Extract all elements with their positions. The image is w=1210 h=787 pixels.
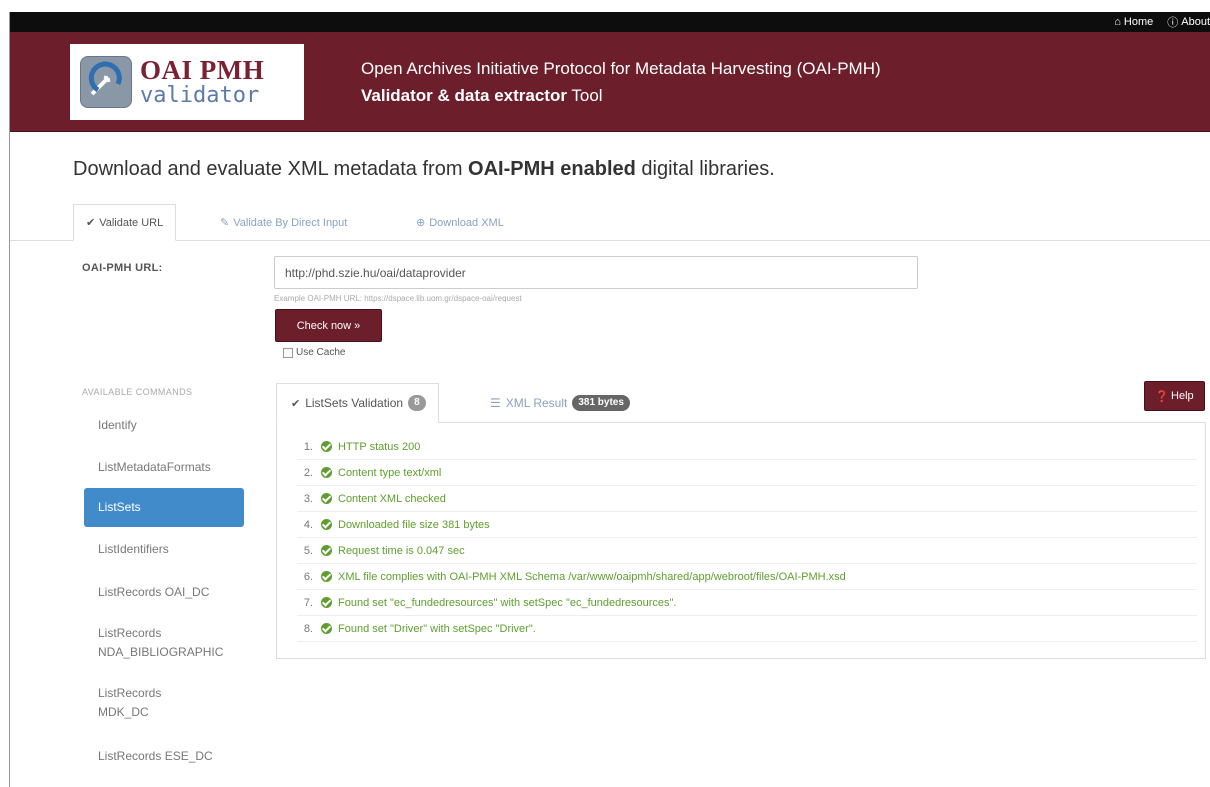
result-item: 5. Request time is 0.047 sec [297, 538, 1197, 564]
success-check-icon [321, 597, 332, 608]
use-cache-toggle[interactable]: Use Cache [283, 347, 345, 358]
use-cache-checkbox[interactable] [283, 347, 293, 358]
success-check-icon [321, 493, 332, 504]
result-item: 2. Content type text/xml [297, 460, 1197, 486]
edit-icon: ✎ [220, 217, 230, 229]
success-check-icon [321, 519, 332, 530]
home-link[interactable]: ⌂ Home [1114, 16, 1153, 28]
result-item: 6. XML file complies with OAI-PMH XML Sch… [297, 564, 1197, 590]
logo-title: OAI PMH [140, 54, 265, 85]
tab-validate-url[interactable]: ✔ Validate URL [73, 204, 177, 241]
url-label: OAI-PMH URL: [82, 262, 163, 274]
tab-download-xml[interactable]: ⊕ Download XML [416, 204, 504, 241]
check-icon: ✔ [291, 397, 301, 410]
result-item: 7. Found set "ec_fundedresources" with se… [297, 590, 1197, 616]
command-listidentifiers[interactable]: ListIdentifiers [84, 540, 244, 559]
help-button[interactable]: ❓ Help [1144, 381, 1205, 411]
result-item: 4. Downloaded file size 381 bytes [297, 512, 1197, 538]
page-lead: Download and evaluate XML metadata from … [73, 158, 775, 180]
tab-xml-result[interactable]: ☰ XML Result 381 bytes [490, 383, 630, 423]
success-check-icon [321, 623, 332, 634]
list-icon: ☰ [490, 396, 501, 410]
about-link[interactable]: ⓘ About [1167, 14, 1210, 30]
command-listrecords-oai-dc[interactable]: ListRecords OAI_DC [84, 583, 244, 602]
command-listrecords-mdk-dc[interactable]: ListRecords MDK_DC [84, 684, 244, 722]
header-tagline: Open Archives Initiative Protocol for Me… [361, 58, 881, 105]
top-navbar: ⌂ Home ⓘ About [10, 12, 1210, 32]
check-now-button[interactable]: Check now » [275, 309, 382, 342]
validation-count-badge: 8 [408, 395, 426, 411]
url-input[interactable] [274, 256, 918, 289]
results-tabs: ✔ ListSets Validation 8 ☰ XML Result 381… [276, 383, 1206, 423]
info-icon: ⓘ [1167, 17, 1179, 29]
success-check-icon [321, 441, 332, 452]
tab-validate-direct-input[interactable]: ✎ Validate By Direct Input [220, 204, 347, 241]
validation-results-panel: 1. HTTP status 200 2. Content type text/xm… [276, 423, 1206, 659]
success-check-icon [321, 467, 332, 478]
tab-listsets-validation[interactable]: ✔ ListSets Validation 8 [276, 383, 439, 423]
command-listrecords-nda-bibliographic[interactable]: ListRecords NDA_BIBLIOGRAPHIC [84, 624, 244, 662]
success-check-icon [321, 545, 332, 556]
result-item: 3. Content XML checked [297, 486, 1197, 512]
check-icon: ✔ [86, 217, 96, 229]
home-icon: ⌂ [1114, 16, 1121, 28]
oai-logo-icon [80, 55, 132, 108]
main-tabs: ✔ Validate URL ✎ Validate By Direct Inpu… [10, 204, 1210, 241]
command-listmetadataformats[interactable]: ListMetadataFormats [84, 458, 244, 477]
logo-subtitle: validator [140, 82, 260, 108]
result-item: 1. HTTP status 200 [297, 434, 1197, 460]
validation-results-list: 1. HTTP status 200 2. Content type text/xm… [297, 434, 1197, 642]
logo[interactable]: OAI PMH validator [70, 43, 304, 120]
command-listsets[interactable]: ListSets [84, 488, 244, 527]
xml-size-badge: 381 bytes [572, 395, 630, 411]
commands-heading: AVAILABLE COMMANDS [82, 387, 193, 397]
question-icon: ❓ [1155, 390, 1170, 403]
download-icon: ⊕ [416, 217, 426, 229]
command-identify[interactable]: Identify [84, 416, 244, 435]
browser-viewport: ⌂ Home ⓘ About OAI PMH validator Open Arch… [9, 12, 1210, 787]
url-help-text: Example OAI-PMH URL: https://dspace.lib.… [274, 294, 522, 303]
site-header: OAI PMH validator Open Archives Initiati… [10, 32, 1210, 132]
result-item: 8. Found set "Driver" with setSpec "Drive… [297, 616, 1197, 642]
command-listrecords-ese-dc[interactable]: ListRecords ESE_DC [84, 747, 244, 766]
success-check-icon [321, 571, 332, 582]
